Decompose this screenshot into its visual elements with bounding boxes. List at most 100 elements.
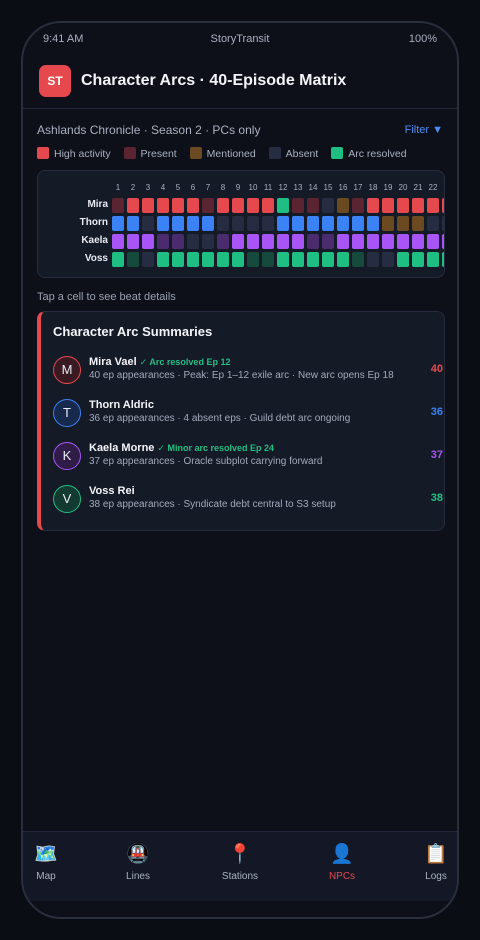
matrix-cell[interactable] [442, 234, 444, 249]
matrix-cell[interactable] [127, 198, 139, 213]
matrix-cell[interactable] [412, 216, 424, 231]
matrix-cell[interactable] [112, 198, 124, 213]
matrix-cell[interactable] [397, 234, 409, 249]
matrix-cell[interactable] [292, 198, 304, 213]
matrix-cell[interactable] [322, 252, 334, 267]
matrix-cell[interactable] [382, 234, 394, 249]
matrix-cell[interactable] [142, 216, 154, 231]
matrix-cell[interactable] [277, 252, 289, 267]
matrix-cell[interactable] [202, 252, 214, 267]
matrix-cell[interactable] [307, 234, 319, 249]
matrix-cell[interactable] [337, 198, 349, 213]
matrix-cell[interactable] [247, 198, 259, 213]
matrix-cell[interactable] [187, 216, 199, 231]
matrix-cell[interactable] [442, 252, 444, 267]
matrix-cell[interactable] [187, 234, 199, 249]
matrix-cell[interactable] [367, 216, 379, 231]
matrix-cell[interactable] [427, 234, 439, 249]
matrix-cell[interactable] [232, 252, 244, 267]
matrix-cell[interactable] [277, 198, 289, 213]
matrix-cell[interactable] [262, 216, 274, 231]
matrix-cell[interactable] [397, 198, 409, 213]
matrix-cell[interactable] [307, 216, 319, 231]
matrix-cell[interactable] [382, 216, 394, 231]
matrix-cell[interactable] [112, 234, 124, 249]
matrix-cell[interactable] [217, 198, 229, 213]
tab-lines[interactable]: 🚇 Lines [103, 842, 173, 882]
matrix-cell[interactable] [367, 234, 379, 249]
matrix-cell[interactable] [262, 234, 274, 249]
matrix-cell[interactable] [352, 216, 364, 231]
matrix-cell[interactable] [292, 252, 304, 267]
matrix-cell[interactable] [277, 216, 289, 231]
matrix-cell[interactable] [247, 252, 259, 267]
matrix-cell[interactable] [187, 198, 199, 213]
matrix-cell[interactable] [157, 216, 169, 231]
matrix-cell[interactable] [217, 216, 229, 231]
matrix-cell[interactable] [412, 252, 424, 267]
matrix-cell[interactable] [142, 252, 154, 267]
matrix-cell[interactable] [202, 216, 214, 231]
matrix-cell[interactable] [142, 198, 154, 213]
matrix-cell[interactable] [172, 234, 184, 249]
filter-button[interactable]: Filter ▼ [405, 124, 443, 136]
matrix-cell[interactable] [412, 198, 424, 213]
matrix-cell[interactable] [202, 198, 214, 213]
arc-summary-voss[interactable]: V Voss Rei 38 ep appearances · Syndicate… [53, 483, 443, 523]
matrix-cell[interactable] [247, 234, 259, 249]
matrix-cell[interactable] [337, 252, 349, 267]
matrix-cell[interactable] [307, 252, 319, 267]
matrix-cell[interactable] [442, 198, 444, 213]
matrix-cell[interactable] [217, 252, 229, 267]
matrix-cell[interactable] [112, 216, 124, 231]
matrix-cell[interactable] [232, 198, 244, 213]
matrix-cell[interactable] [397, 216, 409, 231]
matrix-cell[interactable] [292, 216, 304, 231]
tab-stations[interactable]: 📍 Stations [205, 842, 275, 882]
matrix-cell[interactable] [352, 198, 364, 213]
matrix-cell[interactable] [292, 234, 304, 249]
matrix-cell[interactable] [367, 252, 379, 267]
matrix-cell[interactable] [382, 198, 394, 213]
matrix-cell[interactable] [127, 216, 139, 231]
matrix-cell[interactable] [277, 234, 289, 249]
matrix-cell[interactable] [217, 234, 229, 249]
matrix-cell[interactable] [352, 234, 364, 249]
matrix-cell[interactable] [262, 198, 274, 213]
matrix-cell[interactable] [322, 198, 334, 213]
matrix-cell[interactable] [172, 198, 184, 213]
arc-summary-thorn[interactable]: T Thorn Aldric 36 ep appearances · 4 abs… [53, 397, 443, 437]
tab-logs[interactable]: 📋 Logs [401, 842, 457, 882]
matrix-cell[interactable] [367, 198, 379, 213]
matrix-cell[interactable] [142, 234, 154, 249]
arc-summary-kaela[interactable]: K Kaela Morne ✓ Minor arc resolved Ep 24 … [53, 440, 443, 480]
matrix-cell[interactable] [172, 252, 184, 267]
matrix-cell[interactable] [352, 252, 364, 267]
matrix-cell[interactable] [157, 198, 169, 213]
matrix-cell[interactable] [382, 252, 394, 267]
matrix-cell[interactable] [247, 216, 259, 231]
matrix-cell[interactable] [157, 234, 169, 249]
matrix-cell[interactable] [337, 234, 349, 249]
matrix-cell[interactable] [322, 216, 334, 231]
matrix-cell[interactable] [232, 216, 244, 231]
matrix-cell[interactable] [442, 216, 444, 231]
matrix-cell[interactable] [427, 216, 439, 231]
matrix-cell[interactable] [232, 234, 244, 249]
matrix-cell[interactable] [262, 252, 274, 267]
matrix-cell[interactable] [202, 234, 214, 249]
tab-map[interactable]: 🗺️ Map [23, 842, 81, 882]
matrix-cell[interactable] [127, 252, 139, 267]
matrix-cell[interactable] [127, 234, 139, 249]
matrix-cell[interactable] [397, 252, 409, 267]
matrix-cell[interactable] [157, 252, 169, 267]
matrix-cell[interactable] [307, 198, 319, 213]
matrix-cell[interactable] [427, 198, 439, 213]
matrix-cell[interactable] [412, 234, 424, 249]
matrix-cell[interactable] [172, 216, 184, 231]
matrix-cell[interactable] [187, 252, 199, 267]
matrix-cell[interactable] [337, 216, 349, 231]
matrix-cell[interactable] [427, 252, 439, 267]
tab-npcs[interactable]: 👤 NPCs [307, 842, 377, 882]
arc-summary-mira[interactable]: M Mira Vael ✓ Arc resolved Ep 12 40 ep ap… [53, 354, 443, 394]
